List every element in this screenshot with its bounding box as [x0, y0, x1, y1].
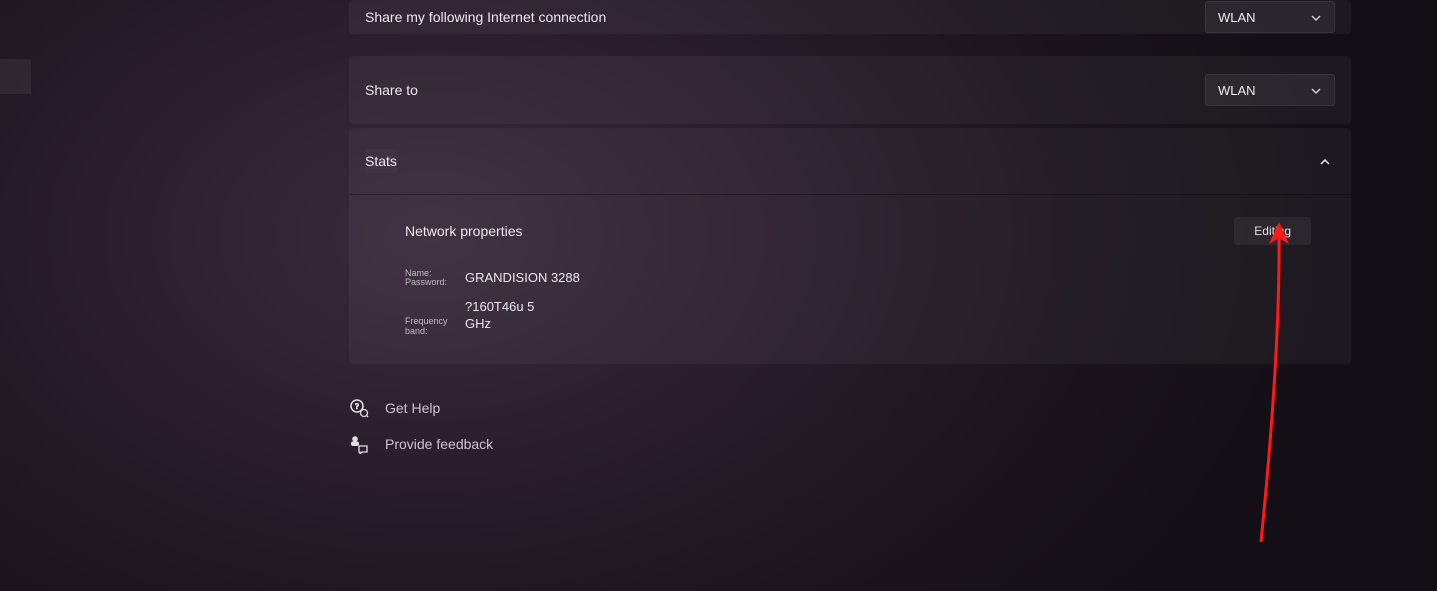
footer-links: ? Get Help Provide feedback [349, 398, 1351, 454]
settings-content: Share my following Internet connection W… [349, 0, 1351, 454]
prop-labels-1: Name: Password: [405, 269, 461, 288]
stats-body: Network properties Editing Name: Passwor… [349, 195, 1351, 364]
stats-card: Stats Network properties Editing Name: P… [349, 128, 1351, 364]
left-edge-tab [0, 59, 31, 94]
provide-feedback-link[interactable]: Provide feedback [349, 434, 1351, 454]
prop-label-freq: Frequency band: [405, 317, 461, 336]
chevron-up-icon [1319, 155, 1331, 167]
share-source-row: Share my following Internet connection W… [349, 0, 1351, 34]
network-properties-grid: Name: Password: GRANDISION 3288 ?160T46u… [405, 269, 1311, 336]
stats-title: Stats [365, 149, 397, 173]
prop-values-3: GHz [465, 315, 1311, 333]
network-properties-title: Network properties [405, 223, 523, 239]
edit-button[interactable]: Editing [1234, 217, 1311, 245]
share-to-card: Share to WLAN [349, 56, 1351, 124]
prop-label-password: Password: [405, 278, 461, 287]
share-source-value: WLAN [1218, 10, 1256, 25]
feedback-icon [349, 434, 369, 454]
prop-labels-2: Frequency band: [405, 317, 461, 336]
chevron-down-icon [1310, 84, 1322, 96]
help-icon: ? [349, 398, 369, 418]
prop-values-1: GRANDISION 3288 [465, 269, 1311, 287]
share-to-row: Share to WLAN [349, 56, 1351, 124]
network-properties-header: Network properties Editing [405, 217, 1311, 245]
provide-feedback-text: Provide feedback [385, 436, 493, 452]
prop-value-password: ?160T46u 5 [465, 298, 1311, 316]
share-source-dropdown[interactable]: WLAN [1205, 1, 1335, 33]
svg-text:?: ? [355, 402, 359, 411]
get-help-text: Get Help [385, 400, 440, 416]
share-to-label: Share to [365, 82, 418, 98]
prop-values-2: ?160T46u 5 [465, 298, 1311, 316]
share-source-label: Share my following Internet connection [365, 9, 606, 25]
chevron-down-icon [1310, 11, 1322, 23]
prop-value-name: GRANDISION 3288 [465, 269, 1311, 287]
share-to-value: WLAN [1218, 83, 1256, 98]
share-to-dropdown[interactable]: WLAN [1205, 74, 1335, 106]
prop-value-freq: GHz [465, 315, 1311, 333]
stats-header[interactable]: Stats [349, 128, 1351, 195]
get-help-link[interactable]: ? Get Help [349, 398, 1351, 418]
share-source-card: Share my following Internet connection W… [349, 0, 1351, 34]
